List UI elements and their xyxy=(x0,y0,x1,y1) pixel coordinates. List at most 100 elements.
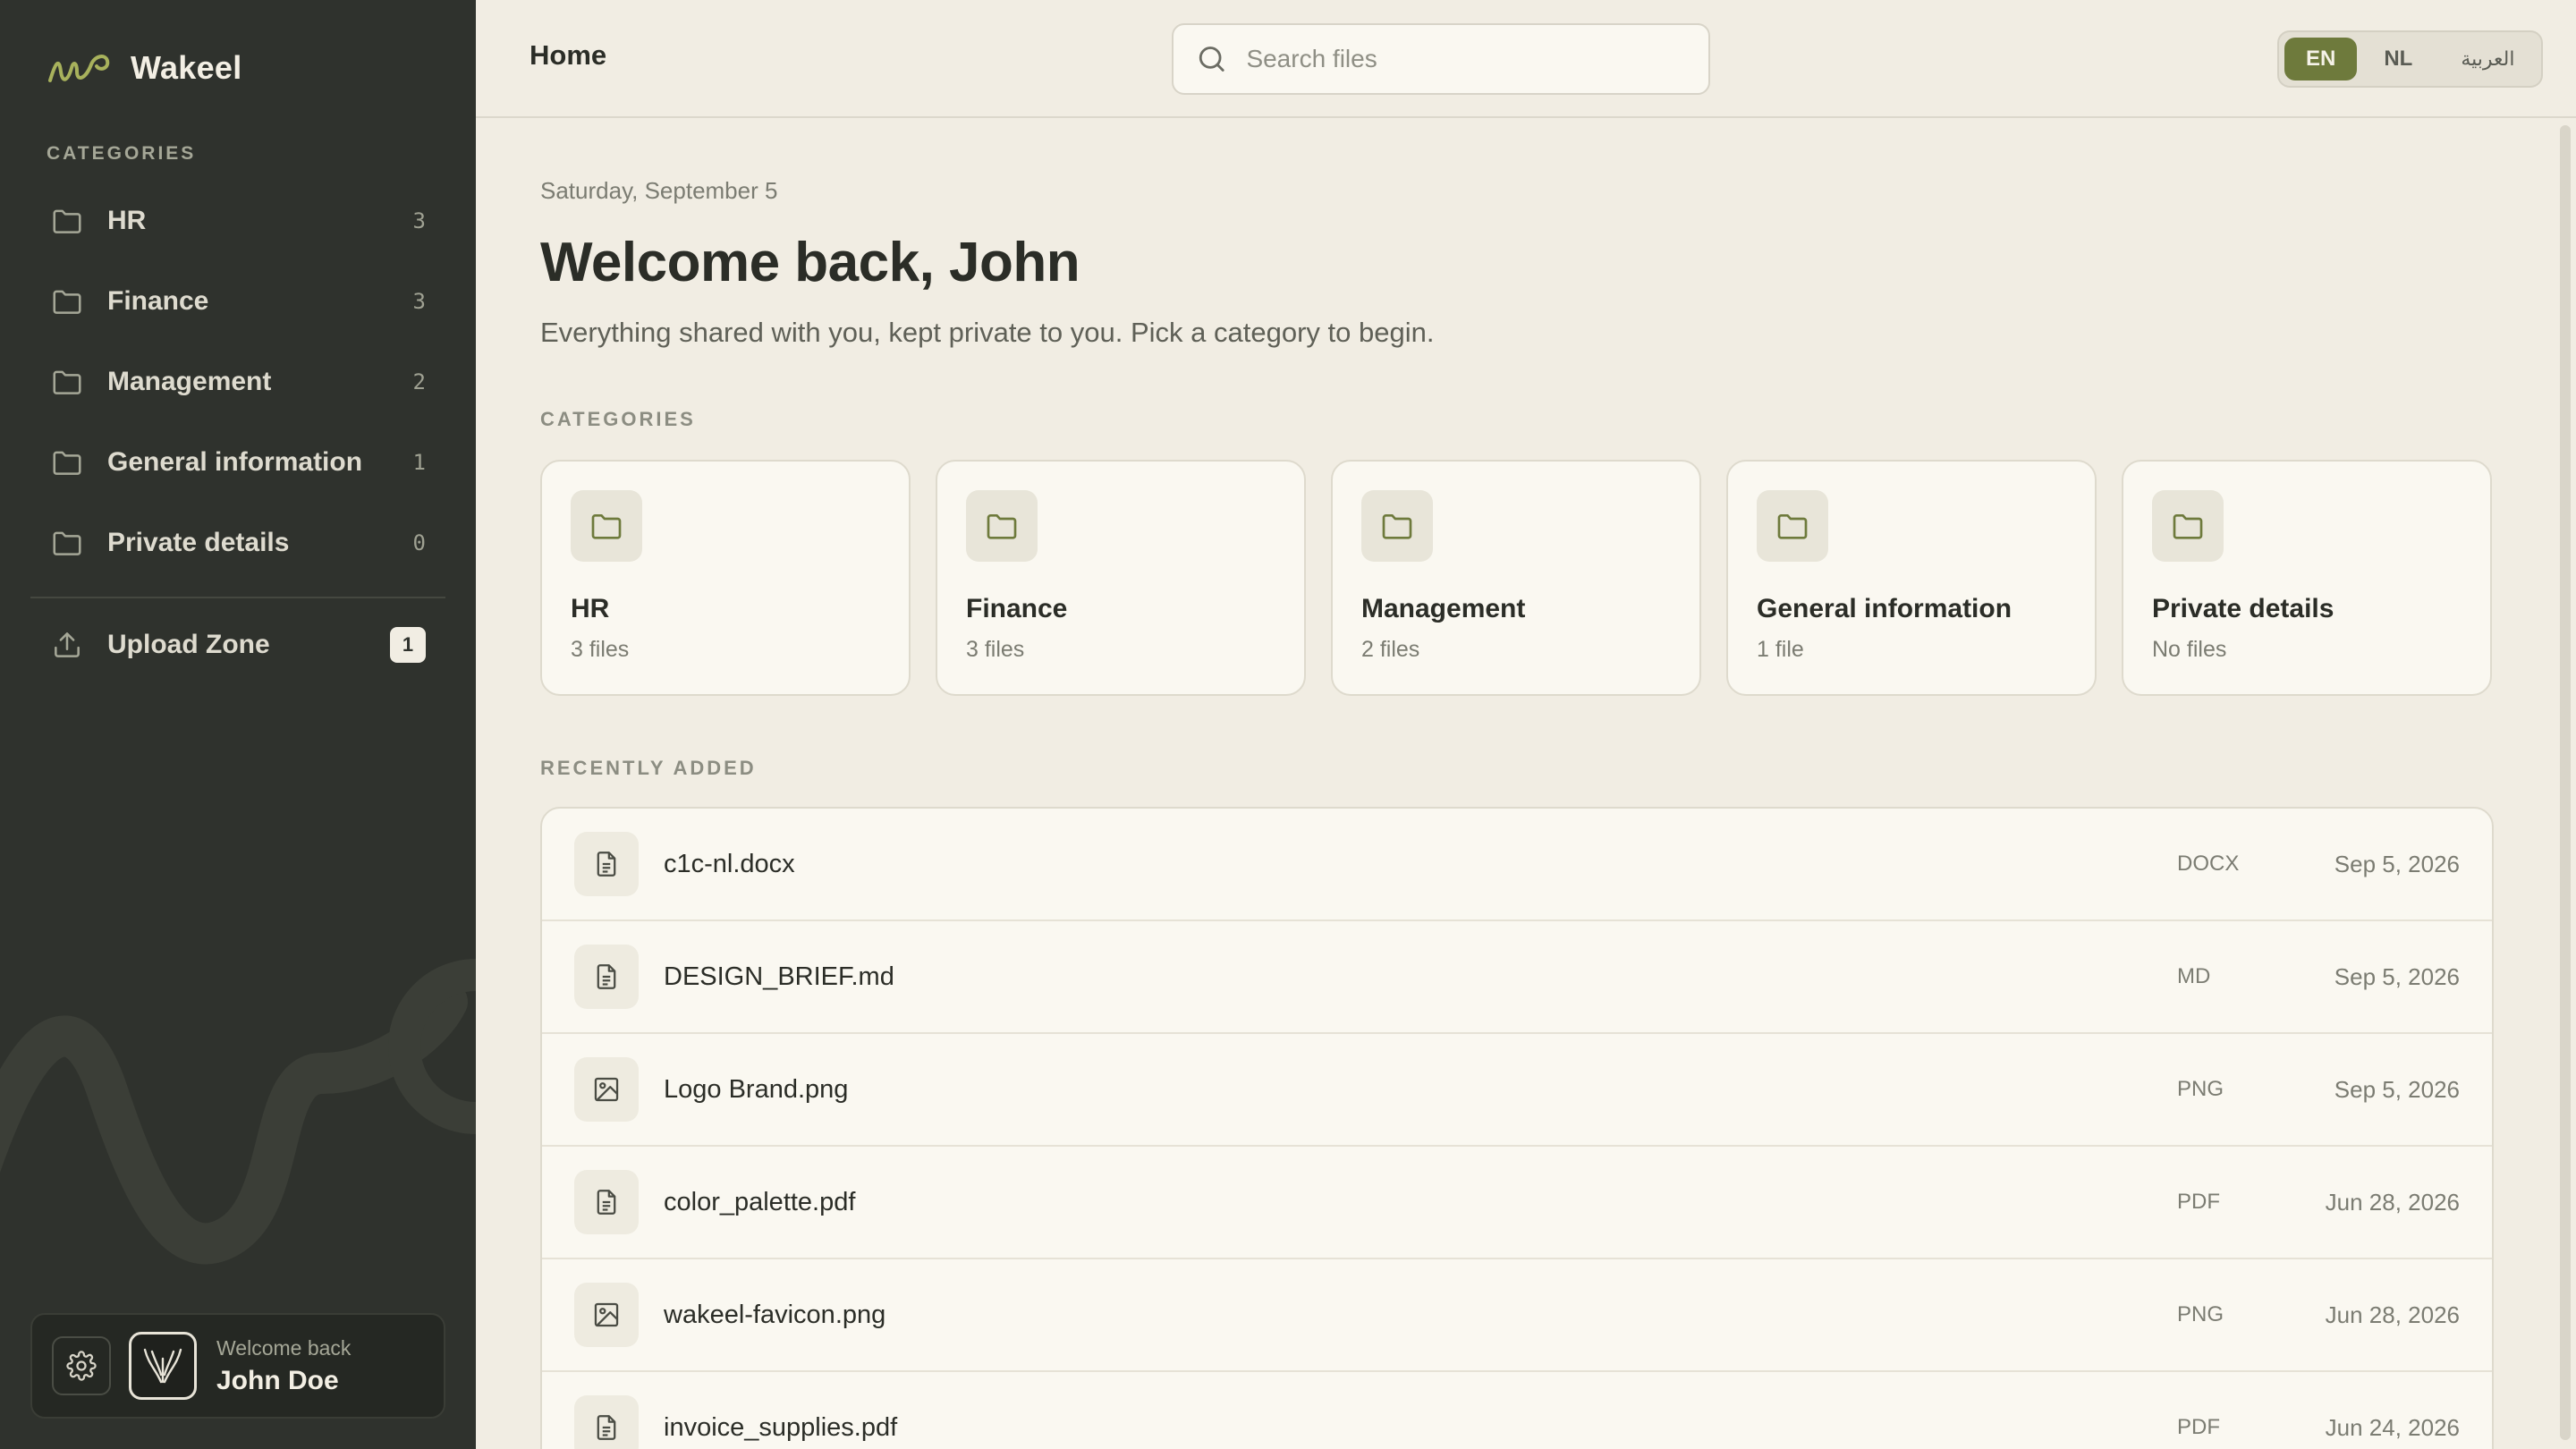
sidebar-item-label: Finance xyxy=(107,286,209,316)
sidebar-item-label: General information xyxy=(107,447,363,477)
avatar-emblem-icon xyxy=(143,1348,182,1384)
sidebar-item-count: 0 xyxy=(412,530,426,555)
user-name: John Doe xyxy=(216,1365,339,1395)
current-date: Saturday, September 5 xyxy=(540,177,778,204)
category-name: General information xyxy=(1757,594,2012,623)
main-scrollbar[interactable] xyxy=(2560,125,2571,1440)
search-input[interactable] xyxy=(1246,45,1687,73)
folder-icon xyxy=(591,514,622,539)
category-count: No files xyxy=(2152,637,2227,662)
language-switcher: EN NL العربية xyxy=(2277,30,2544,88)
sidebar-item-label: HR xyxy=(107,206,147,235)
upload-icon xyxy=(55,632,80,657)
file-date: Sep 5, 2026 xyxy=(2334,1075,2460,1103)
category-icon-box xyxy=(1361,490,1433,562)
file-date: Jun 28, 2026 xyxy=(2325,1301,2460,1328)
sidebar-item-management[interactable]: Management 2 xyxy=(30,342,445,422)
file-type: DOCX xyxy=(2177,852,2240,876)
brand-name: Wakeel xyxy=(131,49,242,86)
sidebar-item-label: Private details xyxy=(107,528,290,557)
upload-count-badge: 1 xyxy=(390,627,426,663)
category-card-finance[interactable]: Finance 3 files xyxy=(936,460,1306,696)
file-date: Jun 28, 2026 xyxy=(2325,1188,2460,1216)
lang-option-nl[interactable]: NL xyxy=(2362,38,2434,80)
gear-icon xyxy=(66,1351,97,1381)
category-count: 3 files xyxy=(966,637,1025,662)
lang-option-ar[interactable]: العربية xyxy=(2439,38,2536,80)
list-item[interactable]: invoice_supplies.pdf PDF Jun 24, 2026 xyxy=(542,1372,2492,1449)
list-item[interactable]: Logo Brand.png PNG Sep 5, 2026 xyxy=(542,1034,2492,1147)
document-icon xyxy=(597,1190,616,1215)
document-icon xyxy=(597,1415,616,1440)
sidebar-item-upload-zone[interactable]: Upload Zone 1 xyxy=(30,605,445,685)
user-card: Welcome back John Doe xyxy=(30,1313,445,1419)
sidebar-item-private-details[interactable]: Private details 0 xyxy=(30,503,445,583)
category-icon-box xyxy=(571,490,642,562)
sidebar-item-label: Upload Zone xyxy=(107,630,270,659)
file-type: PDF xyxy=(2177,1190,2220,1214)
image-icon xyxy=(594,1302,619,1327)
avatar[interactable] xyxy=(129,1332,197,1400)
file-date: Sep 5, 2026 xyxy=(2334,962,2460,990)
file-icon-box xyxy=(574,1057,639,1122)
search-box[interactable] xyxy=(1172,23,1710,95)
category-name: Management xyxy=(1361,594,1526,623)
list-item[interactable]: wakeel-favicon.png PNG Jun 28, 2026 xyxy=(542,1259,2492,1372)
category-icon-box xyxy=(966,490,1038,562)
category-count: 2 files xyxy=(1361,637,1420,662)
sidebar-section-label: CATEGORIES xyxy=(47,143,197,164)
wakeel-logo-icon xyxy=(48,55,110,82)
welcome-heading: Welcome back, John xyxy=(540,232,1080,293)
folder-icon xyxy=(2173,514,2203,539)
list-item[interactable]: c1c-nl.docx DOCX Sep 5, 2026 xyxy=(542,809,2492,921)
category-card-management[interactable]: Management 2 files xyxy=(1331,460,1701,696)
folder-icon xyxy=(987,514,1017,539)
sidebar-item-count: 2 xyxy=(412,369,426,394)
list-item[interactable]: color_palette.pdf PDF Jun 28, 2026 xyxy=(542,1147,2492,1259)
category-icon-box xyxy=(2152,490,2224,562)
sidebar-item-finance[interactable]: Finance 3 xyxy=(30,261,445,342)
decorative-swirl xyxy=(0,959,476,1265)
user-greeting: Welcome back xyxy=(216,1335,352,1360)
list-item[interactable]: DESIGN_BRIEF.md MD Sep 5, 2026 xyxy=(542,921,2492,1034)
brand[interactable]: Wakeel xyxy=(47,45,242,91)
sidebar-upload-zone: Upload Zone 1 xyxy=(30,605,445,685)
file-icon-box xyxy=(574,832,639,896)
sidebar-item-hr[interactable]: HR 3 xyxy=(30,181,445,261)
folder-icon xyxy=(53,531,81,555)
page-title: Home xyxy=(530,39,607,71)
file-type: PNG xyxy=(2177,1302,2224,1326)
sidebar-divider xyxy=(30,597,445,598)
file-date: Sep 5, 2026 xyxy=(2334,850,2460,877)
main-content: Saturday, September 5 Welcome back, John… xyxy=(476,120,2576,1449)
folder-icon xyxy=(53,451,81,475)
file-type: MD xyxy=(2177,964,2211,988)
category-cards: HR 3 files Finance 3 files Management 2 … xyxy=(540,460,2494,696)
sidebar-item-count: 1 xyxy=(412,450,426,475)
file-date: Jun 24, 2026 xyxy=(2325,1413,2460,1441)
sidebar: Wakeel CATEGORIES HR 3 Finance 3 Managem… xyxy=(0,0,476,1449)
user-info: Welcome back John Doe xyxy=(216,1336,351,1396)
recent-section-label: RECENTLY ADDED xyxy=(540,757,757,779)
category-card-hr[interactable]: HR 3 files xyxy=(540,460,911,696)
category-name: HR xyxy=(571,594,610,623)
sidebar-item-general-information[interactable]: General information 1 xyxy=(30,422,445,503)
sidebar-item-count: 3 xyxy=(412,208,426,233)
category-count: 3 files xyxy=(571,637,630,662)
settings-button[interactable] xyxy=(52,1336,111,1395)
lang-option-en[interactable]: EN xyxy=(2284,38,2358,80)
folder-icon xyxy=(53,209,81,233)
sidebar-item-count: 3 xyxy=(412,289,426,314)
file-type: PNG xyxy=(2177,1077,2224,1101)
sidebar-item-label: Management xyxy=(107,367,272,396)
category-name: Private details xyxy=(2152,594,2334,623)
category-card-private-details[interactable]: Private details No files xyxy=(2122,460,2492,696)
folder-icon xyxy=(53,370,81,394)
folder-icon xyxy=(1777,514,1808,539)
category-card-general-information[interactable]: General information 1 file xyxy=(1726,460,2097,696)
categories-section-label: CATEGORIES xyxy=(540,408,696,430)
file-icon-box xyxy=(574,1283,639,1347)
welcome-subtitle: Everything shared with you, kept private… xyxy=(540,317,1435,348)
sidebar-category-list: HR 3 Finance 3 Management 2 General info… xyxy=(30,181,445,583)
recent-files-list: c1c-nl.docx DOCX Sep 5, 2026 DESIGN_BRIE… xyxy=(540,807,2494,1449)
